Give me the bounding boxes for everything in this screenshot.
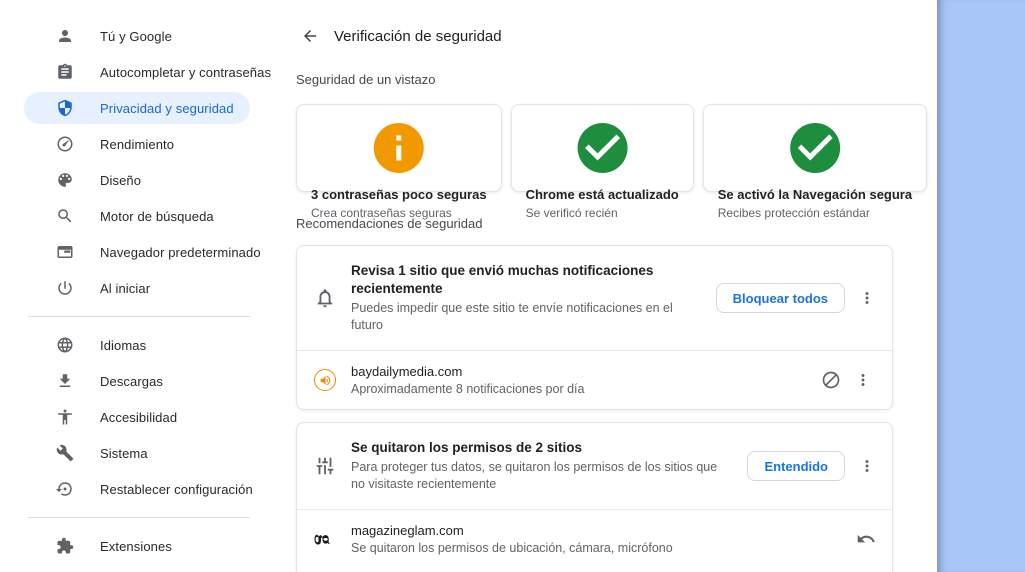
card-subtitle: Recibes protección estándar [717,206,870,220]
reset-icon [56,480,74,498]
warning-info-icon [311,118,487,178]
sidebar-item-label: Descargas [100,373,164,389]
magazineglam-favicon: g [313,533,338,545]
shield-icon [56,99,74,117]
site-detail: Aproximadamente 8 notificaciones por día [351,381,585,396]
safe-browsing-status-card[interactable]: Se activó la Navegación segura Recibes p… [702,104,928,220]
chrome-update-status-card[interactable]: Chrome está actualizado Se verificó reci… [510,104,694,220]
sidebar-item-label: Sistema [100,445,148,461]
puzzle-icon [56,537,74,555]
recommendation-subtitle: Puedes impedir que este sitio te envíe n… [351,301,673,332]
recommendation-title: Revisa 1 sitio que envió muchas notifica… [351,263,654,296]
sidebar-divider [28,316,250,317]
settings-sidebar: Tú y Google Autocompletar y contraseñas … [0,0,280,572]
chrome-settings-window: Tú y Google Autocompletar y contraseñas … [0,0,937,572]
recommendation-subtitle: Para proteger tus datos, se quitaron los… [351,460,718,491]
sidebar-item-acerca-de-chrome[interactable]: Acerca de Chrome [0,564,280,572]
speedometer-icon [56,135,74,153]
sidebar-item-label: Rendimiento [100,136,175,152]
page-header: Verificación de seguridad [296,22,893,50]
wrench-icon [56,444,74,462]
speaker-icon [319,374,332,387]
sidebar-item-privacidad[interactable]: Privacidad y seguridad [0,90,280,126]
permissions-recommendation-card: Se quitaron los permisos de 2 sitios Par… [296,422,893,572]
accessibility-icon [56,408,74,426]
page-title: Verificación de seguridad [334,27,502,45]
got-it-button[interactable]: Entendido [747,451,845,481]
block-all-button[interactable]: Bloquear todos [715,283,845,313]
back-button[interactable] [296,22,324,50]
sidebar-item-al-iniciar[interactable]: Al iniciar [0,270,280,306]
sidebar-item-label: Motor de búsqueda [100,208,214,224]
power-icon [56,279,74,297]
overview-section-title: Seguridad de un vistazo [296,72,436,87]
card-title: Chrome está actualizado [525,187,679,202]
sidebar-item-restablecer[interactable]: Restablecer configuración [0,471,280,507]
site-row-magazineglam: g magazineglam.com Se quitaron los permi… [297,510,892,568]
sidebar-item-idiomas[interactable]: Idiomas [0,327,280,363]
sidebar-item-diseno[interactable]: Diseño [0,162,280,198]
site-row-baydailymedia: baydailymedia.com Aproximadamente 8 noti… [297,351,892,409]
browser-icon [56,243,74,261]
sidebar-item-label: Diseño [100,172,142,188]
sidebar-item-label: Accesibilidad [100,409,178,425]
download-icon [56,372,74,390]
screen: Tú y Google Autocompletar y contraseñas … [0,0,1025,572]
arrow-back-icon [301,27,319,45]
more-options-icon[interactable] [858,457,876,475]
site-detail: Se quitaron los permisos de ubicación, c… [351,540,673,555]
card-title: Se activó la Navegación segura [717,187,913,202]
person-icon [56,27,74,45]
sidebar-item-label: Tú y Google [100,28,172,44]
clipboard-icon [56,63,74,81]
notifications-recommendation-card: Revisa 1 sitio que envió muchas notifica… [296,245,893,410]
more-options-icon[interactable] [858,289,876,307]
sidebar-item-label: Al iniciar [100,280,151,296]
card-subtitle: Se verificó recién [525,206,618,220]
sidebar-item-label: Navegador predeterminado [100,244,261,260]
notifications-card-header: Revisa 1 sitio que envió muchas notifica… [297,246,892,350]
site-domain: magazineglam.com [351,522,464,538]
passwords-status-card[interactable]: 3 contraseñas poco seguras Crea contrase… [296,104,502,220]
card-title: 3 contraseñas poco seguras [311,187,487,202]
site-row-gurushape: GS gurushape.com Se quitaron los permiso… [297,568,892,572]
search-icon [56,207,74,225]
check-circle-icon [718,118,912,178]
bell-icon [314,287,336,309]
desktop-background-band [937,0,1025,572]
block-icon[interactable] [821,370,841,390]
sidebar-item-label: Restablecer configuración [100,481,253,497]
sidebar-item-tu-y-google[interactable]: Tú y Google [0,18,280,54]
sidebar-item-extensiones[interactable]: Extensiones [0,528,280,564]
permissions-tune-icon [314,455,336,477]
sidebar-item-rendimiento[interactable]: Rendimiento [0,126,280,162]
site-domain: baydailymedia.com [351,363,463,379]
sidebar-item-label: Extensiones [100,538,172,554]
sidebar-item-descargas[interactable]: Descargas [0,363,280,399]
sidebar-item-sistema[interactable]: Sistema [0,435,280,471]
sidebar-item-label: Autocompletar y contraseñas [100,64,272,80]
sidebar-divider [28,517,250,518]
sidebar-item-motor-busqueda[interactable]: Motor de búsqueda [0,198,280,234]
recommendation-title: Se quitaron los permisos de 2 sitios [351,440,583,455]
sidebar-item-navegador-predeterminado[interactable]: Navegador predeterminado [0,234,280,270]
permissions-card-header: Se quitaron los permisos de 2 sitios Par… [297,423,892,509]
sidebar-item-accesibilidad[interactable]: Accesibilidad [0,399,280,435]
baydailymedia-favicon [314,369,336,391]
more-options-icon[interactable] [854,371,872,389]
sidebar-item-label: Privacidad y seguridad [100,100,234,116]
undo-icon[interactable] [856,529,876,549]
check-circle-icon [526,118,679,178]
sidebar-item-autocompletar[interactable]: Autocompletar y contraseñas [0,54,280,90]
safety-overview-cards: 3 contraseñas poco seguras Crea contrase… [296,104,928,220]
sidebar-item-label: Idiomas [100,337,147,353]
main-panel: Verificación de seguridad Seguridad de u… [280,0,937,572]
palette-icon [56,171,74,189]
globe-icon [56,336,74,354]
